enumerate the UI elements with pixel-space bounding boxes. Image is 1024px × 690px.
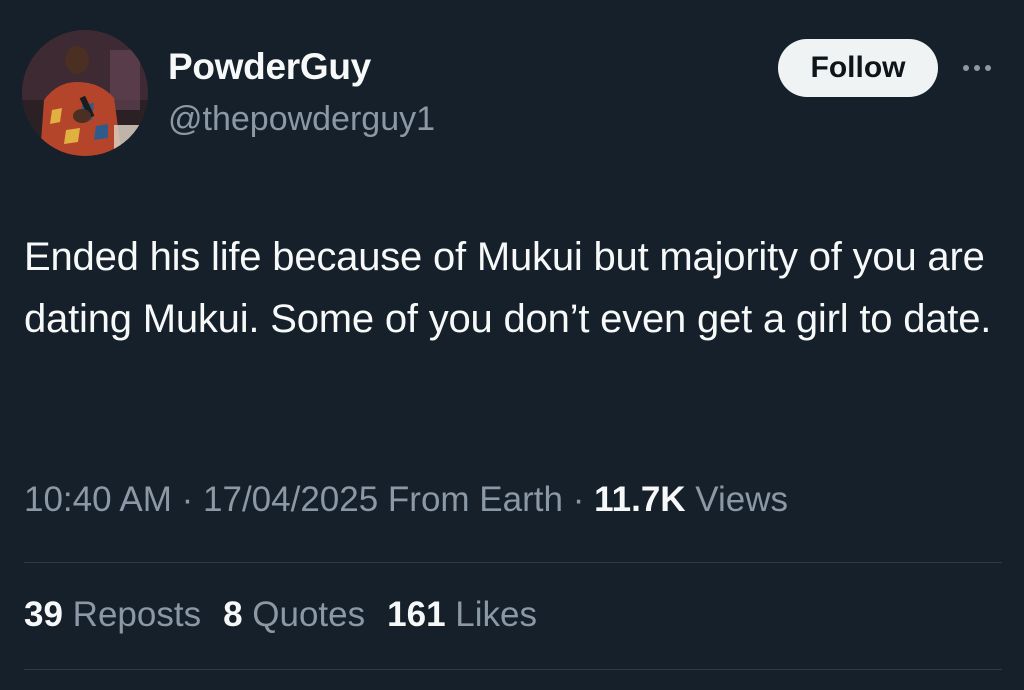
divider (24, 669, 1002, 670)
divider (24, 562, 1002, 563)
reposts-count: 39 (24, 595, 63, 634)
reposts-stat[interactable]: 39 Reposts (24, 595, 201, 635)
views-count: 11.7K (594, 480, 686, 519)
tweet-date[interactable]: 17/04/2025 (203, 480, 378, 519)
likes-label: Likes (455, 595, 537, 634)
follow-button[interactable]: Follow (778, 39, 938, 97)
tweet-meta: 10:40 AM · 17/04/2025 From Earth · 11.7K… (24, 480, 788, 520)
meta-separator: · (181, 480, 194, 519)
quotes-label: Quotes (252, 595, 366, 634)
reposts-label: Reposts (72, 595, 202, 634)
avatar-image (22, 30, 148, 156)
more-options-button[interactable] (956, 56, 998, 80)
quotes-stat[interactable]: 8 Quotes (223, 595, 365, 635)
views-label: Views (695, 480, 789, 519)
tweet-text: Ended his life because of Mukui but majo… (24, 235, 992, 341)
tweet-card: PowderGuy @thepowderguy1 Follow Ended hi… (0, 0, 1024, 690)
meta-separator: · (572, 480, 585, 519)
avatar[interactable] (22, 30, 148, 156)
more-horizontal-icon (963, 65, 969, 71)
user-handle[interactable]: @thepowderguy1 (168, 100, 435, 139)
tweet-source: From Earth (387, 480, 563, 519)
likes-count: 161 (387, 595, 446, 634)
display-name[interactable]: PowderGuy (168, 46, 371, 88)
quotes-count: 8 (223, 595, 243, 634)
engagement-stats: 39 Reposts 8 Quotes 161 Likes (24, 595, 537, 635)
tweet-time[interactable]: 10:40 AM (24, 480, 172, 519)
likes-stat[interactable]: 161 Likes (387, 595, 537, 635)
